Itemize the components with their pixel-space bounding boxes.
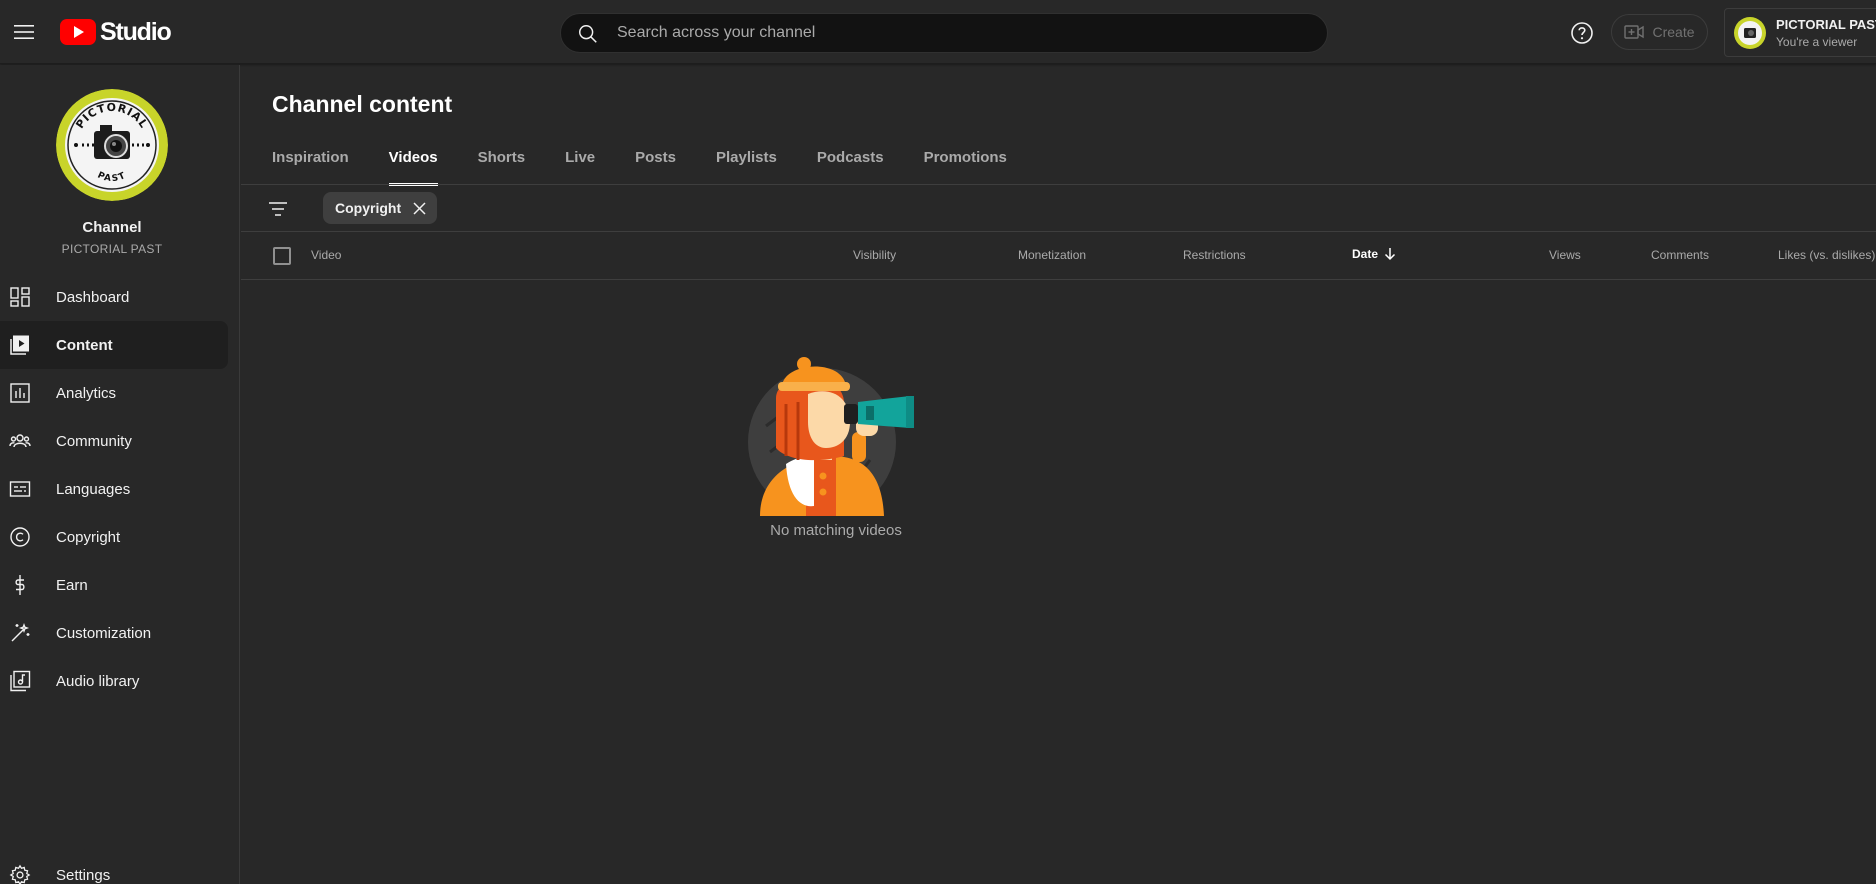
account-role: You're a viewer <box>1776 34 1858 49</box>
arrow-down-icon <box>1384 248 1396 261</box>
search-icon <box>579 25 597 43</box>
page-title: Channel content <box>272 91 453 117</box>
channel-avatar[interactable]: PICTORIAL PAST <box>56 89 168 201</box>
tab-podcasts[interactable]: Podcasts <box>817 148 884 184</box>
sidebar-item-content[interactable]: Content <box>0 321 228 369</box>
content-icon <box>10 335 29 355</box>
account-avatar <box>1734 16 1766 49</box>
column-likes[interactable]: Likes (vs. dislikes) <box>1778 248 1875 262</box>
youtube-logo-icon <box>60 19 96 45</box>
binoculars-person-illustration <box>748 357 914 516</box>
pictorial-past-logo: PICTORIAL PAST <box>56 89 168 201</box>
sidebar-nav: Dashboard Content Analytics Community La… <box>0 273 228 705</box>
analytics-icon <box>10 383 30 403</box>
main-content: Channel content Inspiration Videos Short… <box>241 65 1876 884</box>
sidebar-item-customization[interactable]: Customization <box>0 609 228 657</box>
filter-chip-copyright: Copyright <box>323 192 438 224</box>
tab-inspiration[interactable]: Inspiration <box>272 148 349 184</box>
sidebar-item-label: Copyright <box>56 528 121 546</box>
column-date[interactable]: Date <box>1352 247 1396 261</box>
sidebar-item-label: Community <box>56 432 132 450</box>
create-label: Create <box>1652 24 1695 40</box>
tab-shorts[interactable]: Shorts <box>478 148 526 184</box>
sidebar-item-community[interactable]: Community <box>0 417 228 465</box>
hamburger-menu-icon <box>14 25 34 39</box>
customization-icon <box>11 622 30 642</box>
tab-playlists[interactable]: Playlists <box>716 148 777 184</box>
search-input[interactable] <box>617 24 1327 42</box>
empty-message: No matching videos <box>770 522 902 539</box>
account-name: PICTORIAL PAST <box>1776 16 1876 32</box>
select-all-checkbox[interactable] <box>273 247 291 265</box>
sidebar-item-label: Audio library <box>56 672 140 690</box>
sidebar-item-languages[interactable]: Languages <box>0 465 228 513</box>
sidebar-item-label: Earn <box>56 576 88 594</box>
gear-icon <box>9 864 31 884</box>
audio-library-icon <box>10 670 31 692</box>
menu-button[interactable] <box>8 16 40 48</box>
column-video: Video <box>311 248 342 262</box>
column-views[interactable]: Views <box>1549 248 1581 262</box>
create-video-icon <box>1624 25 1645 39</box>
sidebar-item-dashboard[interactable]: Dashboard <box>0 273 228 321</box>
sidebar-item-label: Analytics <box>56 384 117 402</box>
logo-text: Studio <box>100 17 172 46</box>
tab-posts[interactable]: Posts <box>635 148 676 184</box>
filter-chip-label: Copyright <box>335 200 402 216</box>
channel-label: Channel <box>82 219 142 236</box>
sidebar-item-settings[interactable]: Settings <box>0 851 228 884</box>
copyright-icon <box>10 527 30 547</box>
column-comments[interactable]: Comments <box>1651 248 1709 262</box>
sidebar-item-label: Settings <box>56 866 111 884</box>
help-button[interactable] <box>1569 20 1595 46</box>
languages-icon <box>9 481 31 497</box>
earn-icon <box>15 575 25 595</box>
help-icon <box>1571 22 1593 44</box>
column-restrictions[interactable]: Restrictions <box>1183 248 1246 262</box>
empty-state: No matching videos <box>241 356 1431 539</box>
column-visibility[interactable]: Visibility <box>853 248 896 262</box>
sidebar-item-label: Languages <box>56 480 131 498</box>
column-date-label: Date <box>1352 247 1379 261</box>
search-bar[interactable] <box>560 13 1328 53</box>
community-icon <box>9 434 31 448</box>
sidebar-item-earn[interactable]: Earn <box>0 561 228 609</box>
sidebar-item-audio-library[interactable]: Audio library <box>0 657 228 705</box>
filter-bar: Copyright <box>241 185 1876 232</box>
sidebar-item-label: Customization <box>56 624 152 642</box>
sidebar-item-copyright[interactable]: Copyright <box>0 513 228 561</box>
top-bar: Studio Create PICTORIAL P <box>0 0 1876 64</box>
account-switcher[interactable]: PICTORIAL PAST You're a viewer <box>1724 8 1876 57</box>
content-tabs: Inspiration Videos Shorts Live Posts Pla… <box>272 148 1047 186</box>
sidebar-item-label: Content <box>56 336 113 354</box>
tab-promotions[interactable]: Promotions <box>924 148 1007 184</box>
dashboard-icon <box>10 287 30 307</box>
sidebar-item-analytics[interactable]: Analytics <box>0 369 228 417</box>
channel-name: PICTORIAL PAST <box>61 242 163 256</box>
table-header: Video Visibility Monetization Restrictio… <box>241 232 1876 280</box>
studio-logo[interactable]: Studio <box>60 17 172 46</box>
create-button[interactable]: Create <box>1611 14 1708 50</box>
sidebar-item-label: Dashboard <box>56 288 130 306</box>
remove-filter-button[interactable] <box>411 200 427 216</box>
sidebar: PICTORIAL PAST Channel PICTORIAL PAST Da… <box>0 65 240 884</box>
filter-button[interactable] <box>267 198 289 220</box>
filter-icon <box>269 202 287 216</box>
tab-live[interactable]: Live <box>565 148 595 184</box>
tab-videos[interactable]: Videos <box>388 148 438 186</box>
column-monetization[interactable]: Monetization <box>1018 248 1086 262</box>
close-icon <box>413 201 426 215</box>
